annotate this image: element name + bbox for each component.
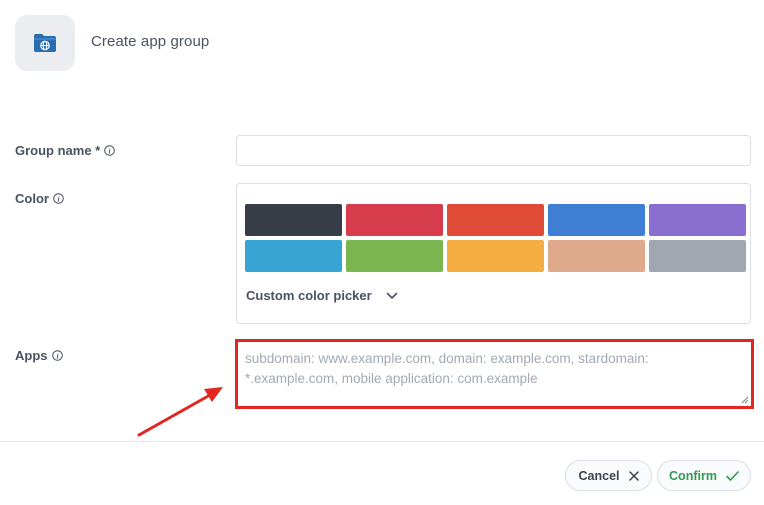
svg-text:i: i [56,351,59,360]
color-swatch[interactable] [447,240,544,272]
info-icon[interactable]: i [51,350,63,361]
apps-label-text: Apps [15,348,48,363]
group-name-input[interactable] [236,135,751,166]
dialog-title: Create app group [91,33,210,50]
confirm-button[interactable]: Confirm [657,460,751,491]
group-name-label: Group name * i [15,143,116,158]
color-swatch[interactable] [245,204,342,236]
close-icon [628,470,639,481]
cancel-button-label: Cancel [578,468,620,483]
color-panel: Custom color picker [236,183,751,324]
custom-color-picker-toggle[interactable]: Custom color picker [246,288,398,303]
confirm-button-label: Confirm [669,468,717,483]
folder-globe-icon [34,34,56,52]
info-icon[interactable]: i [104,145,116,156]
chevron-down-icon [386,292,398,299]
app-group-icon-box [15,15,75,71]
color-swatch[interactable] [346,240,443,272]
apps-label: Apps i [15,348,63,363]
color-swatch[interactable] [245,240,342,272]
resize-grip-icon[interactable] [741,396,749,404]
color-label: Color i [15,191,64,206]
color-swatch[interactable] [346,204,443,236]
color-label-text: Color [15,191,49,206]
annotation-arrow-icon [137,387,223,437]
group-name-label-text: Group name * [15,143,101,158]
color-swatches [245,204,746,272]
apps-textarea[interactable] [238,342,751,406]
checkmark-icon [726,470,739,481]
custom-color-picker-label: Custom color picker [246,288,372,303]
apps-highlight-box [235,339,754,409]
svg-text:i: i [57,194,60,203]
color-swatch[interactable] [649,240,746,272]
info-icon[interactable]: i [53,193,64,204]
color-swatch[interactable] [548,204,645,236]
svg-text:i: i [109,146,112,155]
color-swatch[interactable] [548,240,645,272]
color-swatch[interactable] [649,204,746,236]
cancel-button[interactable]: Cancel [565,460,652,491]
footer-divider [0,441,764,442]
color-swatch[interactable] [447,204,544,236]
create-app-group-dialog: Create app group Group name * i Color i … [0,0,764,505]
